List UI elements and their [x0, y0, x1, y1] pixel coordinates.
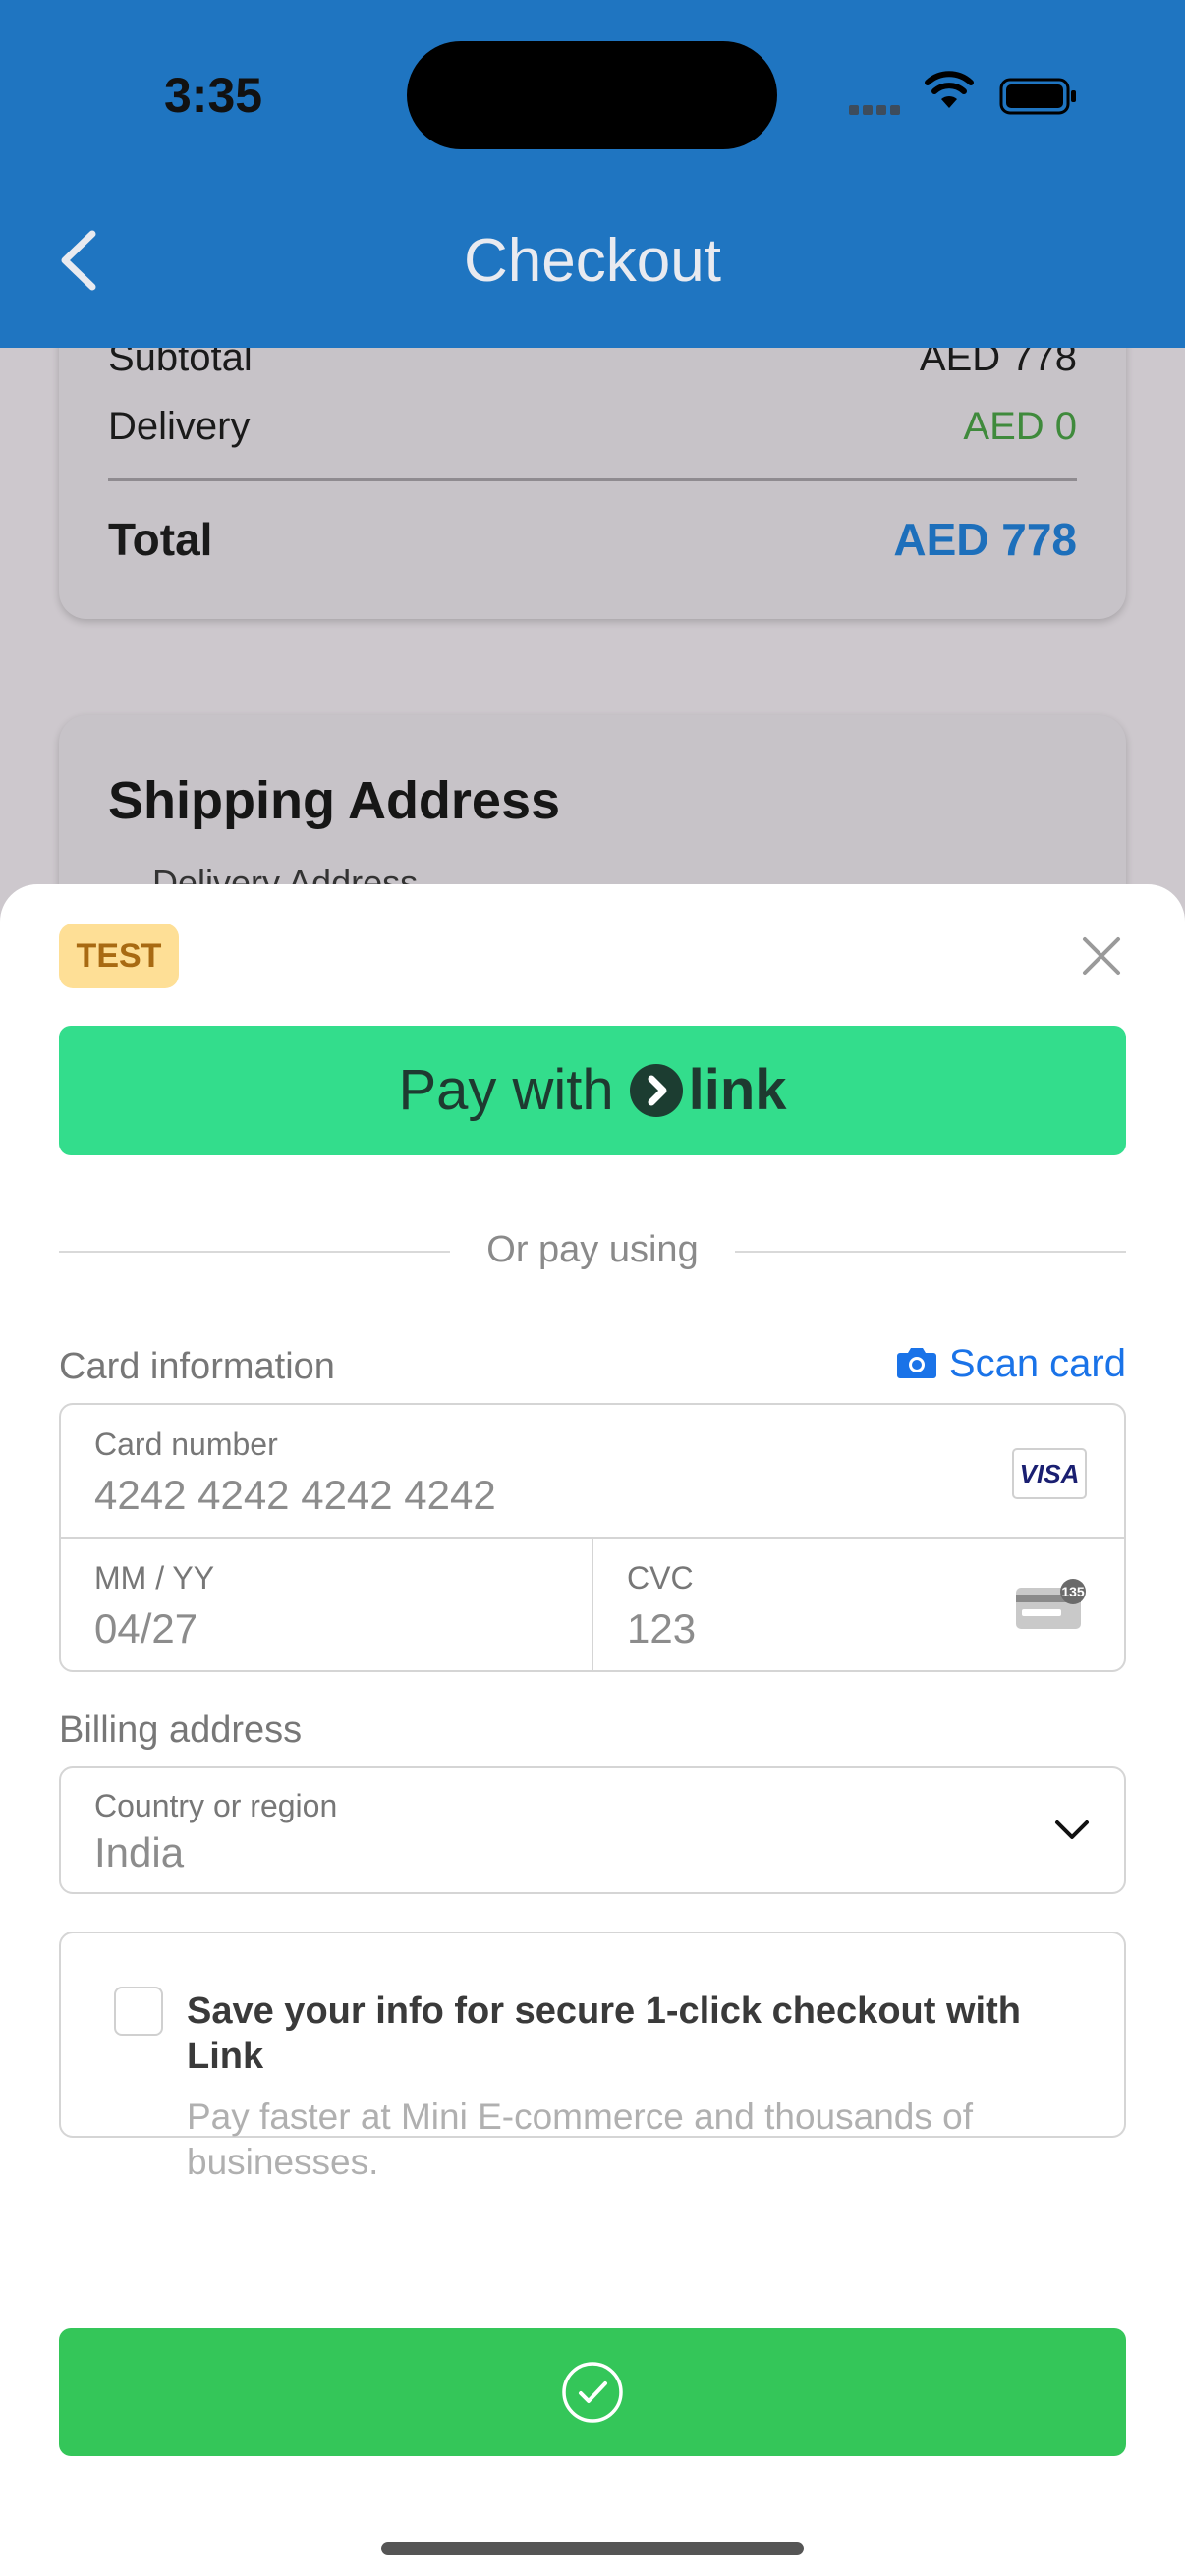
- page-title: Checkout: [464, 227, 721, 295]
- save-info-subtitle: Pay faster at Mini E-commerce and thousa…: [187, 2097, 973, 2182]
- total-value: AED 778: [893, 514, 1077, 565]
- app-header: 3:35 Checkout: [0, 0, 1185, 348]
- billing-address-label: Billing address: [59, 1709, 303, 1751]
- summary-divider: [108, 478, 1077, 481]
- dynamic-island: [407, 41, 777, 149]
- field-divider-vertical: [592, 1537, 593, 1670]
- payment-sheet: TEST Pay with link Or pay using Card info…: [0, 884, 1185, 2576]
- cellular-icon: [849, 102, 904, 120]
- card-number-value[interactable]: 4242 4242 4242 4242: [94, 1472, 496, 1519]
- scan-card-button[interactable]: Scan card: [896, 1342, 1126, 1386]
- save-info-checkbox[interactable]: [114, 1987, 163, 2036]
- visa-icon: VISA: [1012, 1448, 1087, 1499]
- expiry-value[interactable]: 04/27: [94, 1605, 198, 1652]
- country-value[interactable]: India: [94, 1829, 184, 1876]
- scan-card-label: Scan card: [948, 1342, 1126, 1385]
- cvc-card-icon: 135: [1016, 1579, 1086, 1629]
- divider-line-right: [735, 1251, 1126, 1253]
- cvc-label: CVC: [627, 1560, 694, 1596]
- delivery-label: Delivery: [108, 405, 251, 448]
- checkmark-circle-icon: [562, 2362, 623, 2423]
- total-label: Total: [108, 514, 213, 565]
- country-select[interactable]: Country or region India: [59, 1766, 1126, 1894]
- test-mode-badge: TEST: [59, 924, 179, 988]
- pay-button[interactable]: [59, 2328, 1126, 2456]
- save-info-box: Save your info for secure 1-click checko…: [59, 1932, 1126, 2182]
- card-number-label: Card number: [94, 1427, 278, 1462]
- home-indicator[interactable]: [381, 2542, 804, 2555]
- status-time: 3:35: [164, 68, 263, 123]
- pay-with-link-button[interactable]: Pay with link: [59, 1026, 1126, 1155]
- total-row: Total AED 778: [108, 513, 1077, 566]
- card-details-group: Card number 4242 4242 4242 4242 VISA MM …: [59, 1403, 1126, 1672]
- link-brand-text: link: [688, 1058, 787, 1122]
- cvc-value[interactable]: 123: [627, 1605, 696, 1652]
- cvc-icon-text: 135: [1061, 1584, 1085, 1599]
- save-info-title: Save your info for secure 1-click checko…: [187, 1990, 1021, 2077]
- delivery-value: AED 0: [963, 405, 1077, 448]
- pay-with-label: Pay with: [398, 1058, 614, 1122]
- close-icon[interactable]: [1079, 933, 1124, 979]
- wifi-icon: [925, 71, 974, 108]
- delivery-row: Delivery AED 0: [108, 405, 1077, 449]
- country-label: Country or region: [94, 1788, 338, 1823]
- chevron-down-icon[interactable]: [1053, 1818, 1091, 1843]
- camera-icon: [896, 1348, 936, 1379]
- link-logo-icon: [629, 1063, 683, 1117]
- battery-icon: [999, 78, 1076, 115]
- expiry-label: MM / YY: [94, 1560, 215, 1596]
- card-information-label: Card information: [59, 1346, 335, 1387]
- or-divider: Or pay using: [59, 1223, 1126, 1282]
- shipping-title: Shipping Address: [108, 771, 561, 830]
